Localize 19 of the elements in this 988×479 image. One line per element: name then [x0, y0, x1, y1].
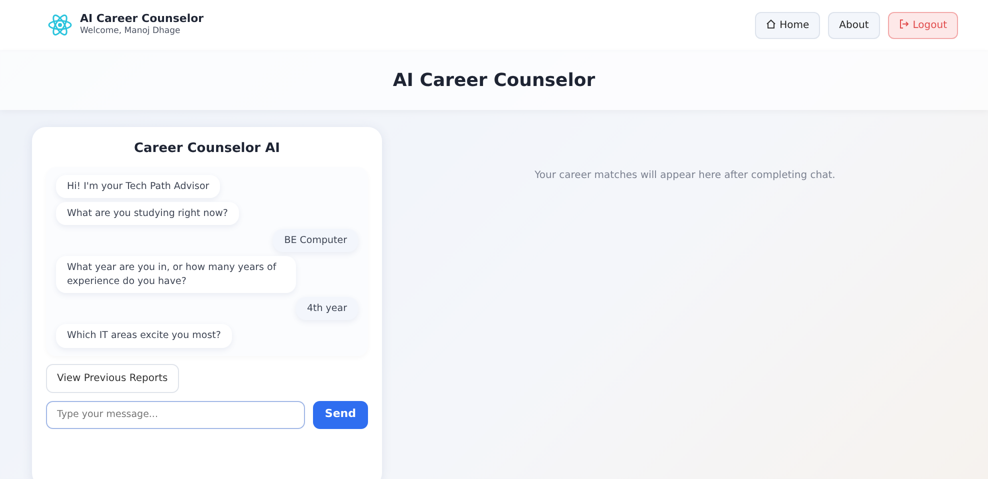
app-title: AI Career Counselor: [80, 12, 204, 25]
empty-results-text: Your career matches will appear here after completing chat.: [534, 169, 836, 183]
send-button[interactable]: Send: [312, 400, 368, 429]
bot-message: Hi! I'm your Tech Path Advisor: [56, 174, 220, 198]
page-title: AI Career Counselor: [392, 68, 596, 92]
bot-message: What year are you in, or how many years of experience do you have?: [56, 256, 296, 293]
home-icon: [766, 18, 776, 28]
message-input[interactable]: Type your message...: [46, 400, 305, 429]
home-button[interactable]: Home: [754, 12, 820, 38]
chat-title: Career Counselor AI: [132, 140, 282, 158]
bot-message: Which IT areas excite you most?: [56, 324, 232, 348]
atom-icon: [48, 14, 72, 36]
logout-icon: [898, 18, 909, 28]
about-button[interactable]: About: [828, 12, 880, 38]
user-message: BE Computer: [273, 229, 358, 252]
welcome-text: Welcome, Manoj Dhage: [80, 24, 182, 38]
user-message: 4th year: [296, 296, 358, 320]
bot-message: What are you studying right now?: [56, 202, 239, 226]
view-reports-button[interactable]: View Previous Reports: [46, 364, 179, 393]
